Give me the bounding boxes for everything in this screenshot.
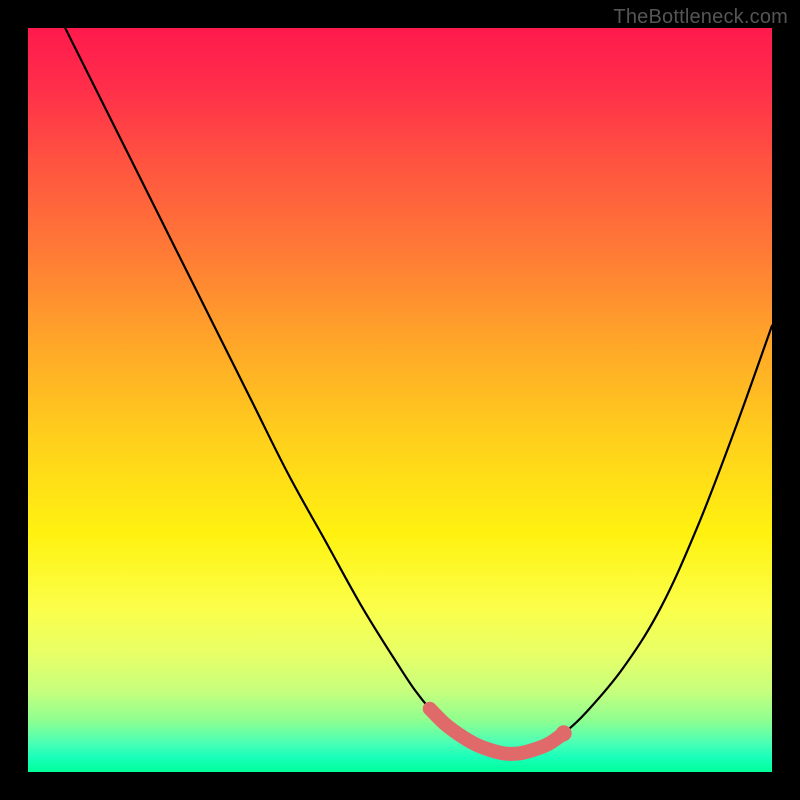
chart-container: TheBottleneck.com <box>0 0 800 800</box>
highlight-segment <box>430 709 564 754</box>
bottleneck-curve <box>65 28 772 754</box>
curve-layer <box>28 28 772 772</box>
plot-area <box>28 28 772 772</box>
highlight-end-dot <box>556 725 572 741</box>
watermark-text: TheBottleneck.com <box>613 6 788 29</box>
